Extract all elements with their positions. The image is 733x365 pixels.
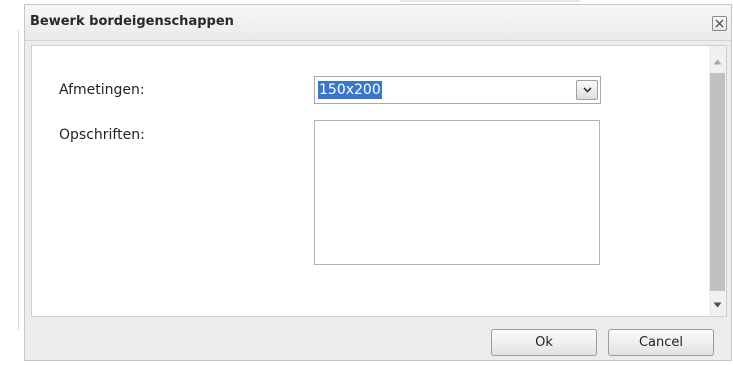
dimensions-dropdown-button[interactable] [576, 80, 598, 100]
captions-textarea[interactable] [314, 120, 600, 265]
scroll-down-button[interactable] [709, 297, 726, 314]
dialog-title: Bewerk bordeigenschappen [30, 14, 234, 29]
dimensions-label: Afmetingen: [59, 82, 145, 98]
vertical-scrollbar[interactable] [709, 46, 726, 316]
close-icon [715, 19, 724, 28]
background-edge [18, 30, 19, 330]
dialog-titlebar[interactable]: Bewerk bordeigenschappen [25, 5, 731, 41]
ok-button[interactable]: Ok [491, 329, 597, 356]
scrollbar-thumb[interactable] [710, 73, 725, 291]
scroll-up-button[interactable] [709, 54, 726, 71]
cancel-button[interactable]: Cancel [608, 329, 714, 356]
captions-label: Opschriften: [59, 127, 145, 143]
chevron-down-icon [583, 87, 592, 93]
edit-board-properties-dialog: Bewerk bordeigenschappen Afmetingen: 150… [24, 4, 732, 361]
dialog-content: Afmetingen: 150x200 Opschriften: [31, 45, 727, 317]
background-edge-top [400, 0, 580, 2]
dimensions-select[interactable]: 150x200 [314, 76, 601, 104]
scroll-up-arrow-icon [713, 59, 722, 65]
dimensions-selected-value: 150x200 [318, 81, 382, 99]
scroll-down-arrow-icon [713, 302, 722, 308]
close-button[interactable] [712, 16, 727, 31]
